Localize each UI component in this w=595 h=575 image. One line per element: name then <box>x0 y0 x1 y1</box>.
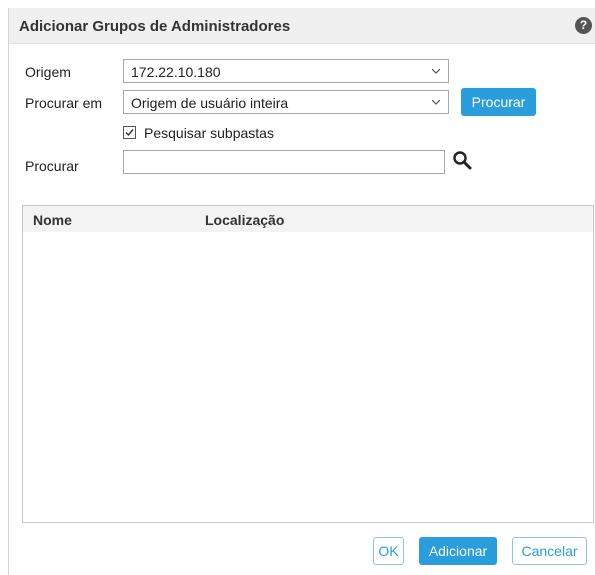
column-header-nome[interactable]: Nome <box>33 212 72 228</box>
origem-label: Origem <box>25 64 71 80</box>
cancel-button[interactable]: Cancelar <box>512 537 587 565</box>
checkmark-icon <box>125 129 134 137</box>
procurar-em-label: Procurar em <box>25 95 103 111</box>
dialog-titlebar: Adicionar Grupos de Administradores ? <box>9 8 595 44</box>
add-admin-groups-dialog: Adicionar Grupos de Administradores ? Or… <box>8 8 595 575</box>
subfolders-label: Pesquisar subpastas <box>144 125 274 141</box>
origem-select[interactable]: 172.22.10.180 <box>123 59 449 83</box>
add-button[interactable]: Adicionar <box>419 537 497 565</box>
search-icon[interactable] <box>452 150 474 172</box>
procurar-em-select-value: Origem de usuário inteira <box>131 95 289 111</box>
dialog-title: Adicionar Grupos de Administradores <box>19 18 291 35</box>
table-header: Nome Localização <box>23 206 593 232</box>
search-input[interactable] <box>123 150 445 174</box>
chevron-down-icon <box>432 99 440 105</box>
subfolders-checkbox[interactable] <box>123 126 136 139</box>
ok-button[interactable]: OK <box>373 537 404 565</box>
procurar-em-select[interactable]: Origem de usuário inteira <box>123 90 449 114</box>
column-header-localizacao[interactable]: Localização <box>205 212 284 228</box>
chevron-down-icon <box>432 68 440 74</box>
help-icon[interactable]: ? <box>575 17 592 34</box>
results-table: Nome Localização <box>22 205 594 523</box>
origem-select-value: 172.22.10.180 <box>131 64 221 80</box>
search-label: Procurar <box>25 158 79 174</box>
procurar-button[interactable]: Procurar <box>461 88 536 116</box>
